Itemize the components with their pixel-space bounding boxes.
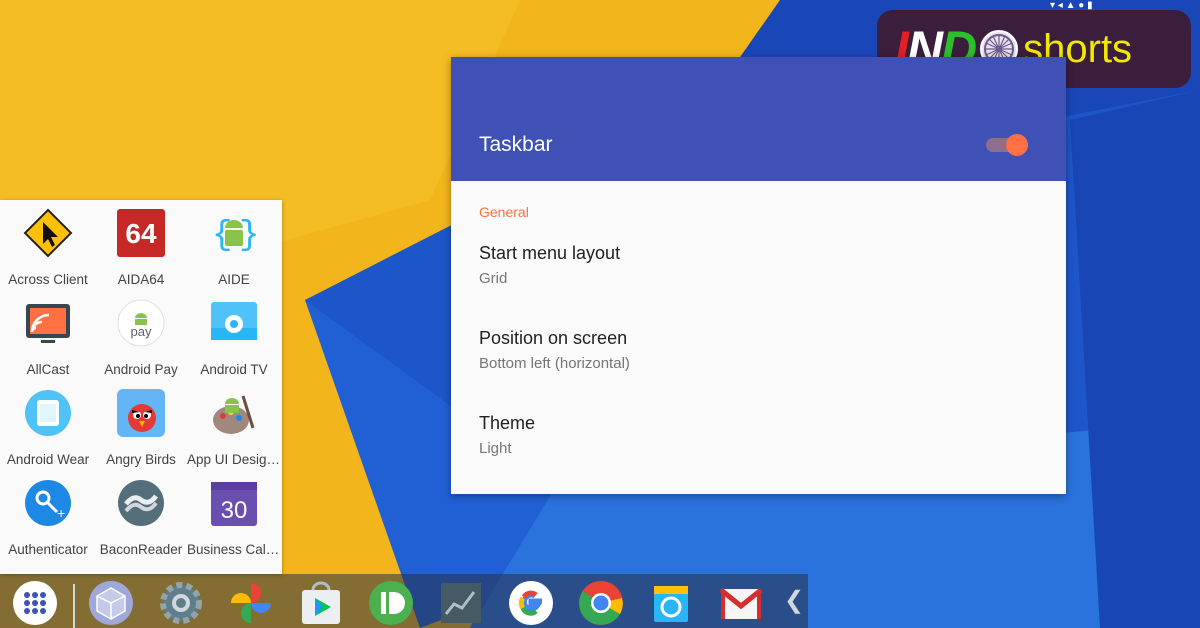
settings-gear-icon[interactable] xyxy=(158,580,204,626)
taskbar-collapse-button[interactable]: ❮ xyxy=(784,586,804,615)
pref-summary: Grid xyxy=(479,270,508,287)
app-angry-birds[interactable]: Angry Birds xyxy=(94,380,188,470)
taskbar-divider xyxy=(73,584,75,628)
app-aide[interactable]: { } AIDE xyxy=(187,200,281,290)
app-label: App UI Designer xyxy=(187,452,281,467)
app-authenticator[interactable]: + Authenticator xyxy=(1,470,95,560)
cube-icon[interactable] xyxy=(88,580,134,626)
google-icon[interactable] xyxy=(508,580,554,626)
app-label: Angry Birds xyxy=(106,452,176,467)
pref-position-on-screen[interactable]: Position on screen Bottom left (horizont… xyxy=(451,328,1066,408)
start-menu: Across Client 64 AIDA64 { } AIDE AllCast xyxy=(0,200,282,574)
android-pay-icon-text: pay xyxy=(131,324,152,339)
calendar-icon-text: 30 xyxy=(221,497,248,524)
taskbar-settings-panel: Taskbar General Start menu layout Grid P… xyxy=(451,57,1066,494)
gmail-icon[interactable] xyxy=(718,580,764,626)
app-label: AllCast xyxy=(26,362,70,377)
app-android-tv[interactable]: Android TV xyxy=(187,290,281,380)
photos-pinwheel-icon[interactable] xyxy=(228,580,274,626)
aida64-icon-text: 64 xyxy=(125,218,157,249)
app-label: AIDA64 xyxy=(117,272,165,287)
app-aida64[interactable]: 64 AIDA64 xyxy=(94,200,188,290)
pref-title: Theme xyxy=(479,413,536,433)
angry-birds-icon xyxy=(117,389,165,437)
app-across-client[interactable]: Across Client xyxy=(1,200,95,290)
baconreader-icon xyxy=(118,480,164,526)
pref-summary: Light xyxy=(479,440,512,457)
taskbar: ❮ xyxy=(0,574,808,628)
app-baconreader[interactable]: BaconReader xyxy=(94,470,188,560)
app-android-wear[interactable]: Android Wear xyxy=(1,380,95,470)
app-android-pay[interactable]: pay Android Pay xyxy=(94,290,188,380)
app-ui-designer-icon xyxy=(213,395,255,434)
aide-icon: { } xyxy=(212,217,259,255)
aida64-icon: 64 xyxy=(117,209,165,257)
chrome-icon[interactable] xyxy=(578,580,624,626)
app-label: BaconReader xyxy=(99,542,183,557)
business-calendar-icon: 30 xyxy=(211,482,257,526)
status-bar: ▾ ◂ ▲ ● ▮ xyxy=(1050,0,1093,11)
svg-text:+: + xyxy=(57,505,65,521)
files-icon[interactable] xyxy=(648,580,694,626)
android-tv-icon xyxy=(211,302,257,340)
taskbar-enable-toggle[interactable] xyxy=(986,134,1028,156)
toggle-thumb xyxy=(1006,134,1028,156)
pref-theme[interactable]: Theme Light xyxy=(451,413,1066,493)
section-general-label: General xyxy=(479,204,529,220)
app-drawer-icon[interactable] xyxy=(12,580,58,626)
pref-summary: Bottom left (horizontal) xyxy=(479,355,630,372)
app-label: Android Pay xyxy=(104,362,178,377)
pushbullet-icon[interactable] xyxy=(368,580,414,626)
panel-title: Taskbar xyxy=(479,133,553,156)
app-label: Across Client xyxy=(8,272,88,287)
app-allcast[interactable]: AllCast xyxy=(1,290,95,380)
pref-title: Start menu layout xyxy=(479,243,621,263)
app-business-calendar[interactable]: 30 Business Calendar xyxy=(187,470,281,560)
panel-header: Taskbar xyxy=(451,57,1066,181)
app-label: Business Calendar xyxy=(187,542,281,557)
authenticator-icon: + xyxy=(25,480,71,526)
app-label: AIDE xyxy=(218,272,250,287)
allcast-icon xyxy=(26,304,70,343)
app-app-ui-designer[interactable]: App UI Designer xyxy=(187,380,281,470)
play-store-icon[interactable] xyxy=(298,580,344,626)
app-label: Android TV xyxy=(200,362,268,377)
pref-title: Position on screen xyxy=(479,328,628,348)
stocks-chart-icon[interactable] xyxy=(438,580,484,626)
across-client-icon xyxy=(23,208,73,258)
app-label: Authenticator xyxy=(8,542,88,557)
android-wear-icon xyxy=(25,390,71,436)
android-pay-icon: pay xyxy=(117,299,165,347)
pref-start-menu-layout[interactable]: Start menu layout Grid xyxy=(451,243,1066,323)
app-label: Android Wear xyxy=(6,452,90,467)
